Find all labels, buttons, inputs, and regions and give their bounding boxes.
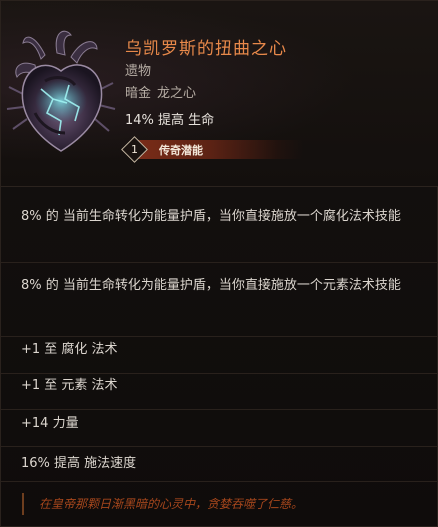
item-type: 遗物 xyxy=(125,64,152,79)
affix-text: +14 力量 xyxy=(21,416,79,431)
affix-row: 16% 提高 施法速度 xyxy=(1,447,438,482)
affix-text: 8% 的 当前生命转化为能量护盾，当你直接施放一个元素法术技能 xyxy=(21,278,401,293)
twisted-heart-icon xyxy=(6,30,116,152)
affix-text: +1 至 元素 法术 xyxy=(21,378,118,393)
base-stat: 14% 提高 生命 xyxy=(125,113,215,128)
item-tooltip: 乌凯罗斯的扭曲之心 遗物 暗金 龙之心 14% 提高 生命 1 传奇潜能 8% 的… xyxy=(0,0,438,527)
tooltip-header: 乌凯罗斯的扭曲之心 遗物 暗金 龙之心 14% 提高 生命 1 传奇潜能 xyxy=(1,1,438,187)
affix-row: +14 力量 xyxy=(1,410,438,447)
item-subtype: 暗金 龙之心 xyxy=(125,82,196,101)
legendary-potential-label: 传奇潜能 xyxy=(159,144,203,157)
affix-row: +1 至 腐化 法术 xyxy=(1,337,438,374)
item-name: 乌凯罗斯的扭曲之心 xyxy=(125,39,287,59)
item-kind: 龙之心 xyxy=(157,86,197,101)
affix-text: 8% 的 当前生命转化为能量护盾，当你直接施放一个腐化法术技能 xyxy=(21,209,401,224)
affix-row: 8% 的 当前生命转化为能量护盾，当你直接施放一个元素法术技能 xyxy=(1,263,438,337)
flavor-divider xyxy=(22,493,24,515)
affix-row: 8% 的 当前生命转化为能量护盾，当你直接施放一个腐化法术技能 xyxy=(1,188,438,263)
item-rarity: 暗金 xyxy=(125,86,152,101)
affix-text: 16% 提高 施法速度 xyxy=(21,456,137,471)
affix-text: +1 至 腐化 法术 xyxy=(21,342,118,357)
legendary-potential-value: 1 xyxy=(131,143,138,156)
affix-row: +1 至 元素 法术 xyxy=(1,374,438,410)
flavor-text: 在皇帝那颗日渐黑暗的心灵中，贪婪吞噬了仁慈。 xyxy=(39,497,304,511)
